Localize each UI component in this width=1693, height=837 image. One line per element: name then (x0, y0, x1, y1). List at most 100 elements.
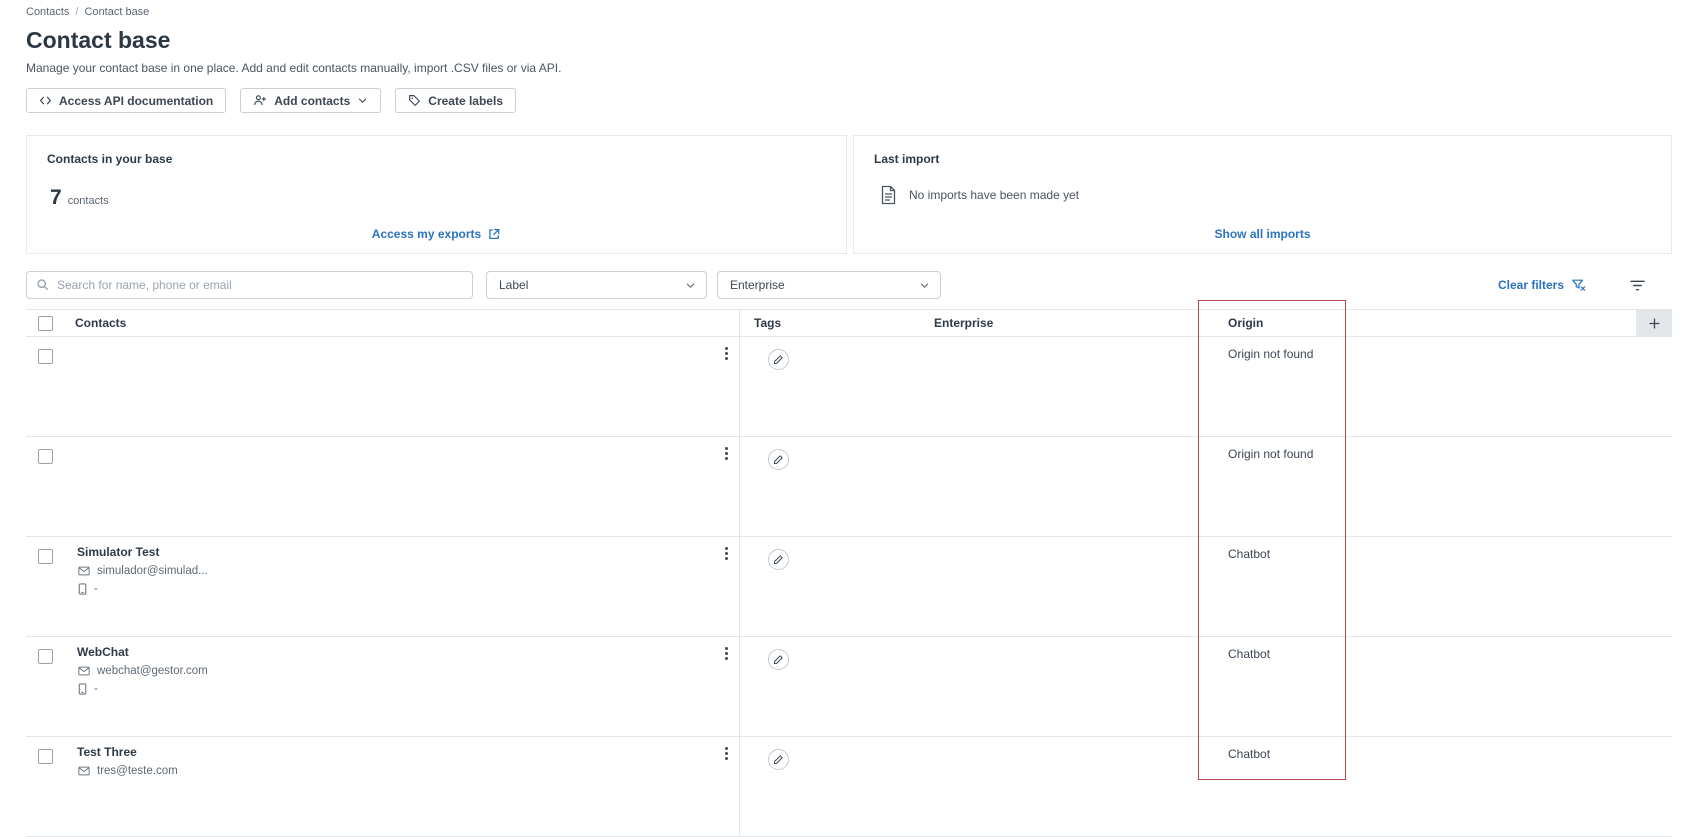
contact-email: tres@teste.com (97, 765, 178, 777)
tag-icon (409, 95, 421, 106)
origin-cell: Chatbot (1228, 547, 1271, 561)
add-column-button[interactable] (1636, 310, 1672, 336)
contact-base-page: Contacts / Contact base Contact base Man… (0, 0, 1693, 837)
pencil-icon (773, 455, 783, 465)
access-my-exports-link[interactable]: Access my exports (372, 227, 501, 241)
row-checkbox-cell (26, 637, 75, 736)
chevron-down-icon (359, 98, 367, 103)
filters-bar: Label Enterprise Clear filters (26, 271, 1672, 299)
select-all-checkbox[interactable] (38, 315, 53, 331)
row-checkbox[interactable] (38, 749, 53, 764)
mobile-phone-icon (78, 683, 87, 695)
email-icon (78, 666, 90, 676)
plus-icon (1648, 317, 1660, 329)
api-icon (40, 96, 51, 105)
row-menu-button[interactable] (723, 445, 730, 462)
no-imports-message-row: No imports have been made yet (880, 185, 1651, 205)
row-menu-button[interactable] (723, 745, 730, 762)
access-api-documentation-button[interactable]: Access API documentation (26, 88, 227, 113)
column-header-contacts: Contacts (75, 310, 740, 336)
email-icon (78, 766, 90, 776)
chevron-down-icon (920, 283, 929, 288)
contacts-table: Contacts Tags Enterprise Origin Origin n… (26, 309, 1672, 837)
row-checkbox-cell (26, 437, 75, 536)
row-menu-button[interactable] (723, 545, 730, 562)
tags-cell (740, 437, 926, 536)
contact-name: Simulator Test (77, 545, 160, 559)
row-spacer (1346, 337, 1672, 436)
edit-tags-button[interactable] (768, 349, 789, 370)
contact-phone-line: - (78, 583, 739, 595)
row-spacer (1346, 537, 1672, 636)
filter-lines-icon (1630, 280, 1645, 290)
contacts-count-unit: contacts (67, 195, 109, 207)
row-checkbox[interactable] (38, 549, 53, 564)
contact-email-line: tres@teste.com (78, 765, 739, 777)
last-import-title: Last import (874, 152, 940, 166)
contacts-card-title: Contacts in your base (47, 152, 173, 166)
row-checkbox-cell (26, 337, 75, 436)
filter-settings-button[interactable] (1629, 278, 1646, 293)
column-header-origin: Origin (1228, 316, 1264, 330)
edit-tags-button[interactable] (768, 649, 789, 670)
add-contacts-button[interactable]: Add contacts (240, 88, 382, 113)
breadcrumb-current: Contact base (84, 6, 150, 18)
email-icon (78, 566, 90, 576)
pencil-icon (773, 555, 783, 565)
column-header-tags: Tags (754, 316, 782, 330)
contact-phone: - (94, 683, 98, 695)
summary-cards: Contacts in your base 7 contacts Access … (26, 135, 1672, 254)
contact-cell (75, 437, 740, 536)
person-plus-icon (254, 95, 267, 106)
contact-cell: Test Three tres@teste.com (75, 737, 740, 836)
pencil-icon (773, 355, 783, 365)
enterprise-cell (926, 537, 1198, 636)
enterprise-cell (926, 637, 1198, 736)
row-menu-button[interactable] (723, 345, 730, 362)
contact-cell: Simulator Test simulador@simulad... - (75, 537, 740, 636)
table-row: Simulator Test simulador@simulad... - Ch… (26, 537, 1672, 637)
clear-filters-button[interactable]: Clear filters (1498, 278, 1586, 292)
edit-tags-button[interactable] (768, 749, 789, 770)
pencil-icon (773, 755, 783, 765)
header-checkbox-cell (26, 310, 75, 336)
row-spacer (1346, 637, 1672, 736)
toolbar: Access API documentation Add contacts Cr… (26, 88, 1672, 113)
contacts-count-row: 7 contacts (50, 186, 826, 210)
contact-cell (75, 337, 740, 436)
create-labels-button[interactable]: Create labels (395, 88, 516, 113)
tags-cell (740, 637, 926, 736)
row-checkbox[interactable] (38, 349, 53, 364)
label-dropdown[interactable]: Label (486, 271, 707, 299)
search-box (26, 271, 473, 299)
page-title: Contact base (26, 27, 171, 53)
row-checkbox[interactable] (38, 449, 53, 464)
table-header: Contacts Tags Enterprise Origin (26, 309, 1672, 337)
breadcrumb-contacts[interactable]: Contacts (26, 6, 69, 18)
contact-email: webchat@gestor.com (97, 665, 208, 677)
edit-tags-button[interactable] (768, 549, 789, 570)
document-icon (881, 185, 896, 205)
page-subtitle: Manage your contact base in one place. A… (26, 61, 562, 75)
contact-email-line: simulador@simulad... (78, 565, 739, 577)
chevron-down-icon (686, 283, 695, 288)
row-checkbox-cell (26, 737, 75, 836)
enterprise-dropdown[interactable]: Enterprise (717, 271, 941, 299)
row-menu-button[interactable] (723, 645, 730, 662)
row-checkbox-cell (26, 537, 75, 636)
edit-tags-button[interactable] (768, 449, 789, 470)
pencil-icon (773, 655, 783, 665)
search-input[interactable] (26, 271, 473, 299)
tags-cell (740, 337, 926, 436)
contact-cell: WebChat webchat@gestor.com - (75, 637, 740, 736)
enterprise-cell (926, 737, 1198, 836)
origin-cell: Origin not found (1228, 347, 1314, 361)
row-spacer (1346, 437, 1672, 536)
contact-name: WebChat (77, 645, 129, 659)
tags-cell (740, 737, 926, 836)
show-all-imports-link[interactable]: Show all imports (1214, 227, 1310, 241)
row-checkbox[interactable] (38, 649, 53, 664)
contacts-count: 7 (50, 186, 62, 209)
column-header-enterprise: Enterprise (934, 316, 994, 330)
contact-name: Test Three (77, 745, 137, 759)
